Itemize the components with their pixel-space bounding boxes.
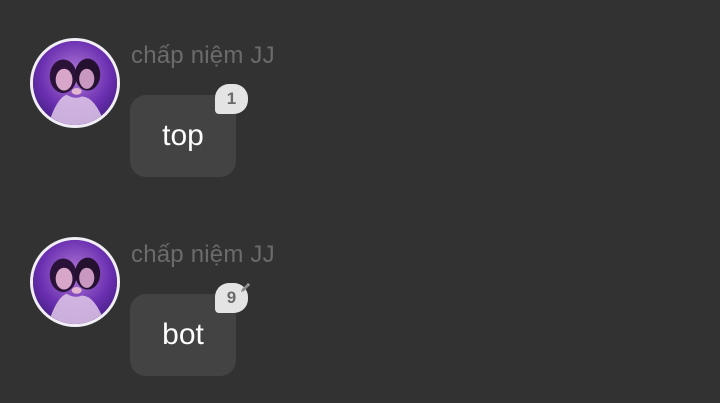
message-row: chấp niệm JJ bot 9 xyxy=(0,199,720,376)
message-row: chấp niệm JJ top 1 xyxy=(0,0,720,177)
sender-avatar[interactable] xyxy=(30,38,120,128)
sender-avatar[interactable] xyxy=(30,237,120,327)
sender-name: chấp niệm JJ xyxy=(131,42,275,69)
sender-name: chấp niệm JJ xyxy=(131,241,275,268)
pencil-icon xyxy=(241,283,250,292)
reaction-count-badge[interactable]: 1 xyxy=(215,84,248,114)
chat-view: chấp niệm JJ top 1 chấp niệm JJ bot 9 xyxy=(0,0,720,403)
avatar-photo xyxy=(33,41,117,125)
avatar-photo xyxy=(33,240,117,324)
